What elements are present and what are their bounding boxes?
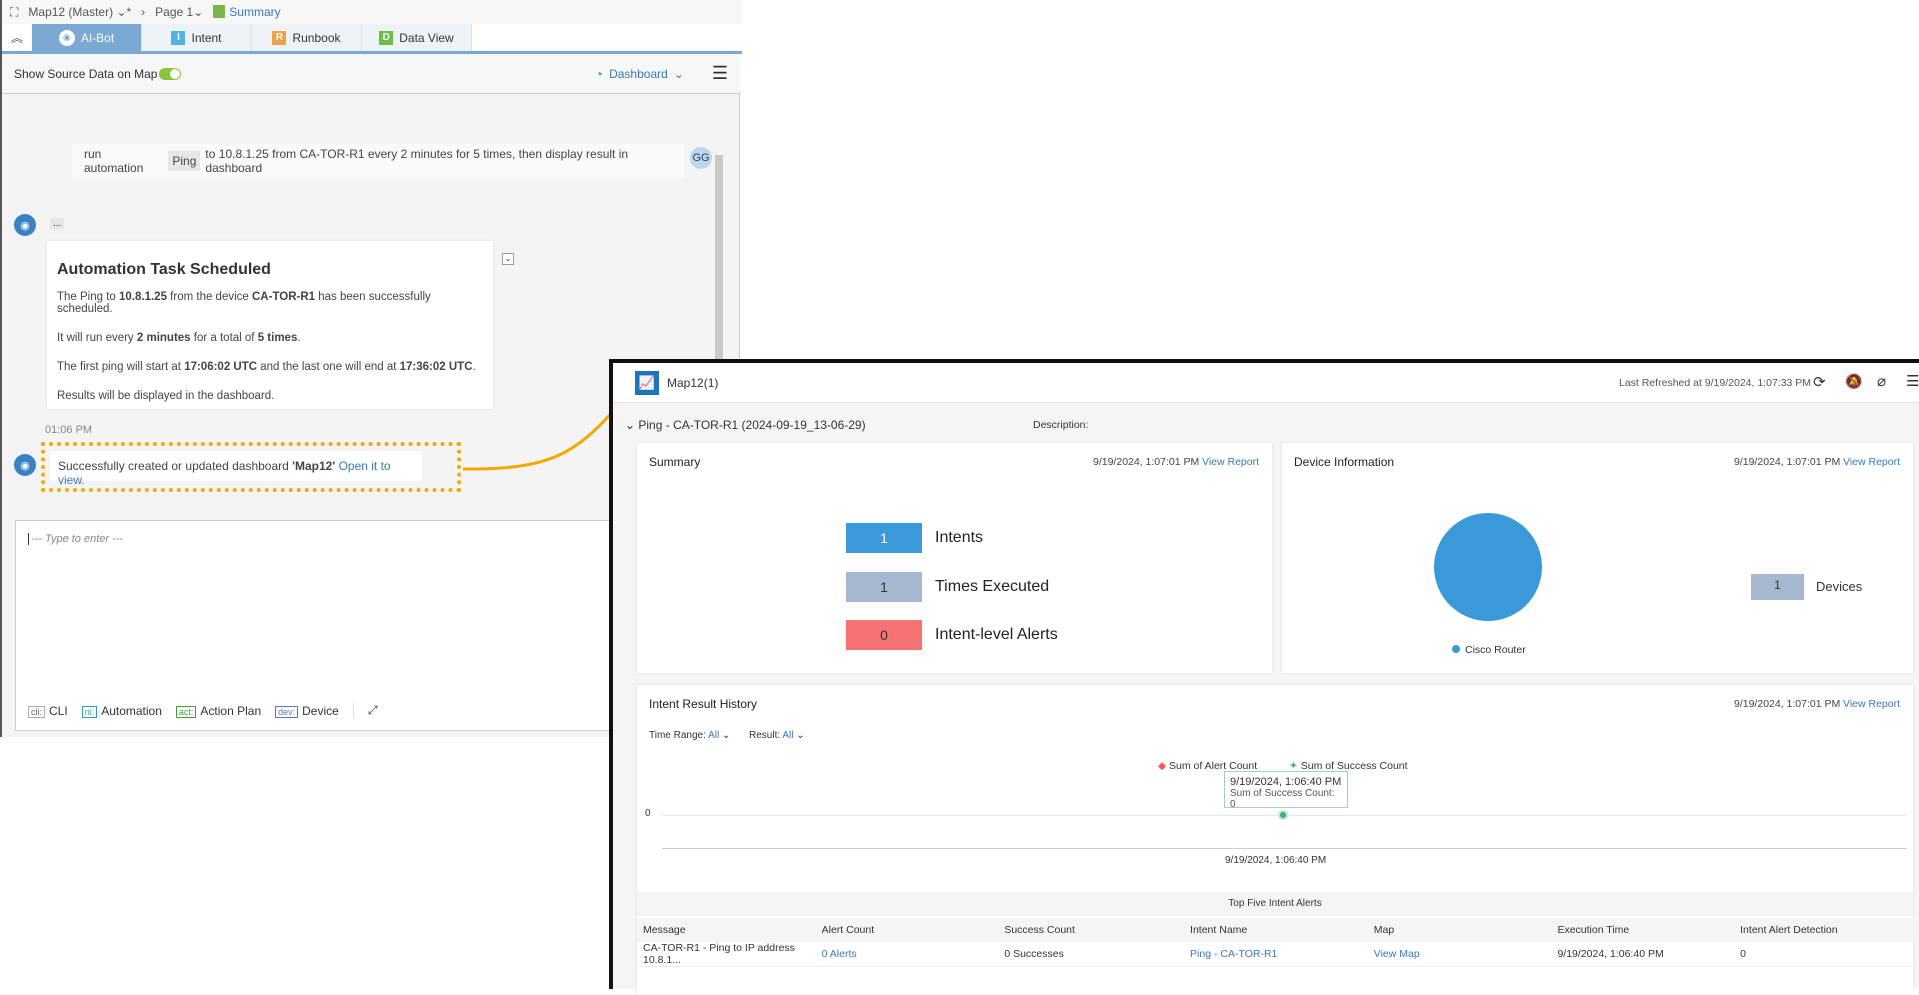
table-cell: CA-TOR-R1 - Ping to IP address 10.8.1... — [643, 942, 795, 966]
section-description: Description: — [1033, 419, 1089, 431]
alerts-count: 0 — [846, 620, 922, 650]
disable-icon[interactable]: ⌀ — [1877, 372, 1886, 390]
device-count-label: Devices — [1816, 579, 1863, 594]
refresh-icon[interactable]: ⟳ — [1813, 373, 1826, 391]
panel-date: 9/19/2024, 1:07:01 PM — [1093, 456, 1200, 468]
alerts-label: Intent-level Alerts — [935, 626, 1058, 643]
dashboard-header: 📈 Map12(1) Last Refreshed at 9/19/2024, … — [613, 363, 1919, 403]
menu-icon[interactable]: ☰ — [1906, 372, 1919, 390]
column-header[interactable]: Map — [1368, 918, 1552, 942]
table-cell[interactable]: Ping - CA-TOR-R1 — [1184, 942, 1368, 967]
legend-dot — [1452, 645, 1460, 653]
table-cell: 9/19/2024, 1:06:40 PM — [1557, 948, 1664, 960]
pie-legend[interactable]: Cisco Router — [1452, 644, 1526, 656]
top-alerts-table: Message Alert Count Success Count Intent Na… — [637, 918, 1919, 967]
table-title: Top Five Intent Alerts — [637, 892, 1913, 916]
table-header-row: Message Alert Count Success Count Intent Na… — [637, 918, 1919, 942]
column-header[interactable]: Execution Time — [1551, 918, 1734, 942]
section-header[interactable]: ⌄ Ping - CA-TOR-R1 (2024-09-19_13-06-29) — [625, 418, 866, 432]
table-cell: 0 — [1740, 948, 1746, 960]
panel-date: 9/19/2024, 1:07:01 PM — [1734, 456, 1841, 468]
result-filter[interactable]: Result: All ⌄ — [749, 730, 805, 741]
column-header[interactable]: Intent Name — [1184, 918, 1368, 942]
summary-panel: Summary 9/19/2024, 1:07:01 PM View Repor… — [637, 443, 1272, 673]
panel-title: Summary — [649, 455, 701, 469]
last-refreshed: Last Refreshed at 9/19/2024, 1:07:33 PM — [1619, 377, 1812, 389]
y-tick-label: 0 — [645, 808, 651, 819]
data-point-success[interactable] — [1278, 810, 1288, 820]
x-tick-label: 9/19/2024, 1:06:40 PM — [1225, 855, 1327, 866]
time-range-filter[interactable]: Time Range: All ⌄ — [649, 730, 730, 741]
view-report-link[interactable]: View Report — [1843, 698, 1900, 710]
intents-label: Intents — [935, 529, 984, 546]
times-executed-count: 1 — [846, 572, 922, 602]
dashboard-chart-icon: 📈 — [635, 371, 659, 395]
times-executed-label: Times Executed — [935, 578, 1050, 595]
table-cell[interactable]: View Map — [1368, 942, 1552, 967]
x-axis — [662, 848, 1907, 849]
panel-date: 9/19/2024, 1:07:01 PM — [1734, 698, 1841, 710]
mute-alert-icon[interactable]: 🔕 — [1845, 373, 1862, 390]
view-report-link[interactable]: View Report — [1843, 456, 1900, 468]
view-report-link[interactable]: View Report — [1202, 456, 1259, 468]
chart-tooltip: 9/19/2024, 1:06:40 PM Sum of Success Cou… — [1224, 771, 1348, 810]
device-count: 1 — [1751, 574, 1804, 600]
intent-result-history-panel: Intent Result History 9/19/2024, 1:07:01… — [637, 685, 1919, 995]
dashboard-window: 📈 Map12(1) Last Refreshed at 9/19/2024, … — [609, 359, 1919, 995]
panel-title: Device Information — [1294, 455, 1395, 469]
column-header[interactable]: Success Count — [998, 918, 1184, 942]
panel-title: Intent Result History — [649, 697, 758, 711]
column-header[interactable]: Message — [637, 918, 816, 942]
intents-count: 1 — [846, 523, 922, 553]
column-header[interactable]: Alert Count — [816, 918, 999, 942]
table-cell[interactable]: 0 Alerts — [816, 942, 999, 967]
table-cell: 0 Successes — [1004, 948, 1064, 960]
column-header[interactable]: Intent Alert Detection — [1734, 918, 1919, 942]
device-information-panel: Device Information 9/19/2024, 1:07:01 PM… — [1282, 443, 1913, 673]
dashboard-title: Map12(1) — [667, 376, 719, 390]
device-pie-slice[interactable] — [1434, 513, 1542, 621]
table-row: CA-TOR-R1 - Ping to IP address 10.8.1...… — [637, 942, 1919, 967]
